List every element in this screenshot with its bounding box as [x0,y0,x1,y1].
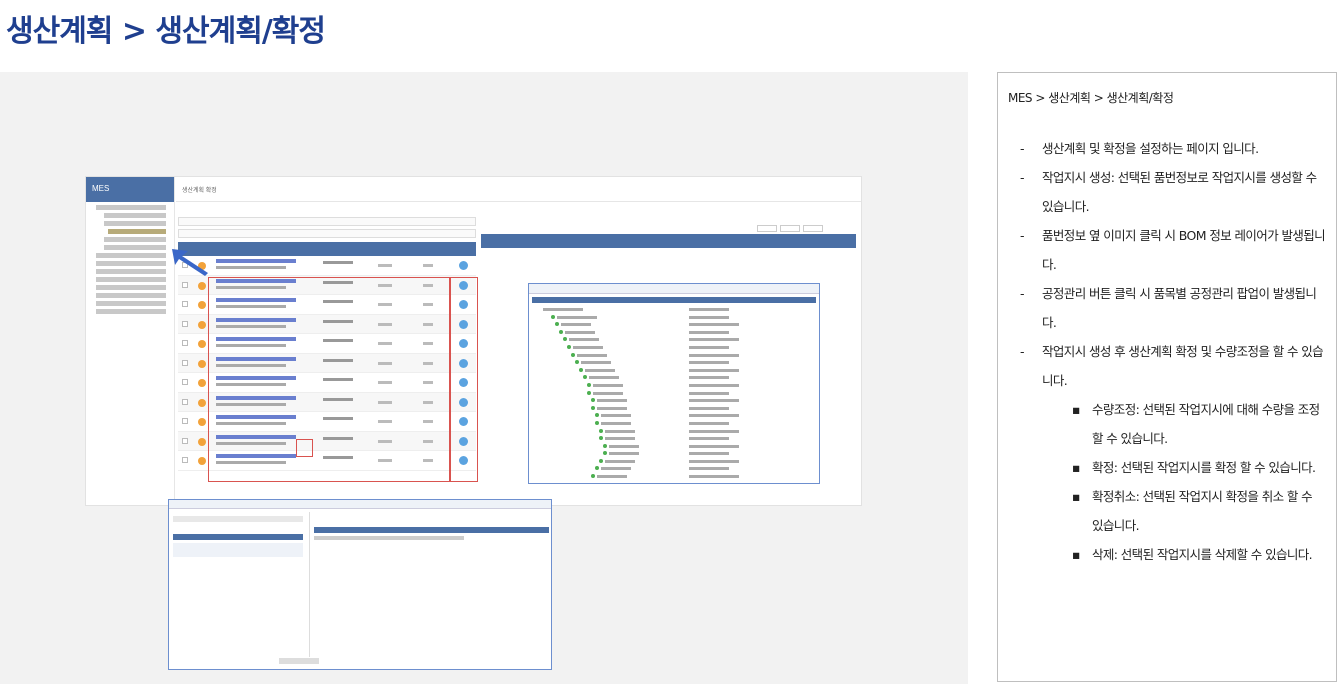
description-item: - 공정관리 버튼 클릭 시 품목별 공정관리 팝업이 발생됩니다. [1020,286,1317,330]
tree-item-selected[interactable] [108,229,166,234]
sub-list: ▪ 수량조정: 선택된 작업지시에 대해 수량을 조정할 수 있습니다. ▪ 확정:… [1008,395,1326,569]
description-item: - 품번정보 옆 이미지 클릭 시 BOM 정보 레이어가 발생됩니다. [1020,228,1326,272]
tree-item[interactable] [104,245,166,250]
grid-header [178,242,476,256]
description-item: - 작업지시 생성 후 생산계획 확정 및 수량조정을 할 수 있습니다. [1020,344,1324,388]
cancel-confirm-button[interactable] [803,225,823,232]
popup-grid-header [532,297,816,303]
popup-header [529,284,819,294]
tree-item[interactable] [96,285,166,290]
tree-item[interactable] [96,309,166,314]
bom-info-popup [528,283,820,484]
process-management-popup [168,499,552,670]
sub-item: ▪ 확정취소: 선택된 작업지시 확정을 취소 할 수 있습니다. [1072,489,1313,533]
tree-item[interactable] [96,253,166,258]
qty-adjust-button[interactable] [757,225,777,232]
grid-header [481,234,856,248]
tree-item[interactable] [104,213,166,218]
tree-item[interactable] [96,205,166,210]
app-header: 생산계획 확정 [176,177,861,202]
tree-item[interactable] [96,293,166,298]
description-panel: MES > 생산계획 > 생산계획/확정 - 생산계획 및 확정을 설정하는 페이… [997,72,1337,682]
arrow-icon [172,249,208,276]
button-row [754,217,854,232]
tree-item[interactable] [96,269,166,274]
sub-item: ▪ 확정: 선택된 작업지시를 확정 할 수 있습니다. [1072,460,1316,475]
sub-item: ▪ 삭제: 선택된 작업지시를 삭제할 수 있습니다. [1072,547,1313,562]
description-item: - 생산계획 및 확정을 설정하는 페이지 입니다. [1020,141,1259,156]
panel-label [481,205,856,214]
page-title: 생산계획 > 생산계획/확정 [6,14,326,49]
app-logo: MES [86,177,174,202]
tree-item[interactable] [104,237,166,242]
tree-item[interactable] [96,277,166,282]
screenshot-area: MES 생산계획 확정 [0,72,968,684]
highlight-box [450,277,478,482]
tree-item[interactable] [96,261,166,266]
filter-bar[interactable] [178,217,476,226]
breadcrumb: MES > 생산계획 > 생산계획/확정 [1008,91,1174,105]
popup-header [169,500,551,509]
table-row[interactable] [178,256,476,276]
description-item: - 작업지시 생성: 선택된 품번정보로 작업지시를 생성할 수 있습니다. [1020,170,1317,214]
highlight-box [208,277,450,482]
highlight-box [296,439,313,457]
panel-label [178,205,476,214]
app-sidebar: MES [86,177,175,505]
tree-item[interactable] [104,221,166,226]
confirm-button[interactable] [780,225,800,232]
sub-item: ▪ 수량조정: 선택된 작업지시에 대해 수량을 조정할 수 있습니다. [1072,402,1320,446]
filter-bar[interactable] [178,229,476,238]
tree-item[interactable] [96,301,166,306]
